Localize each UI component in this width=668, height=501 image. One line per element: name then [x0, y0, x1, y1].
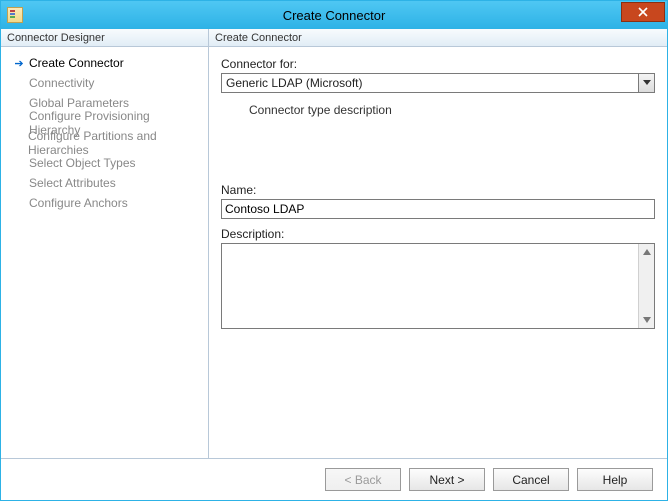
titlebar: Create Connector — [1, 1, 667, 29]
arrow-right-icon: ➔ — [13, 57, 25, 70]
connector-for-dropdown[interactable]: Generic LDAP (Microsoft) — [221, 73, 655, 93]
sidebar-item-configure-anchors[interactable]: Configure Anchors — [5, 193, 204, 213]
sidebar-item-label: Select Attributes — [29, 176, 116, 190]
right-column-header: Create Connector — [209, 29, 667, 46]
main-panel: Connector for: Generic LDAP (Microsoft) … — [209, 47, 667, 458]
description-label: Description: — [221, 227, 655, 241]
sidebar-item-label: Create Connector — [29, 56, 124, 70]
sidebar-item-connectivity[interactable]: Connectivity — [5, 73, 204, 93]
sidebar-item-label: Configure Partitions and Hierarchies — [28, 129, 204, 157]
description-field[interactable] — [222, 244, 654, 328]
sidebar-item-configure-partitions[interactable]: Configure Partitions and Hierarchies — [5, 133, 204, 153]
cancel-button[interactable]: Cancel — [493, 468, 569, 491]
footer: < Back Next > Cancel Help — [1, 458, 667, 500]
connector-for-label: Connector for: — [221, 57, 655, 71]
description-field-wrapper — [221, 243, 655, 329]
next-button[interactable]: Next > — [409, 468, 485, 491]
help-button[interactable]: Help — [577, 468, 653, 491]
chevron-down-icon — [643, 80, 651, 86]
dropdown-button[interactable] — [638, 74, 654, 92]
sidebar-item-label: Configure Anchors — [29, 196, 128, 210]
window-title: Create Connector — [1, 8, 667, 23]
description-scrollbar[interactable] — [638, 244, 654, 328]
scroll-up-icon[interactable] — [639, 244, 654, 260]
connector-type-description: Connector type description — [221, 99, 655, 117]
left-column-header: Connector Designer — [1, 29, 209, 46]
sidebar: ➔ Create Connector Connectivity Global Para… — [1, 47, 209, 458]
sidebar-item-select-attributes[interactable]: Select Attributes — [5, 173, 204, 193]
connector-for-value: Generic LDAP (Microsoft) — [222, 76, 638, 90]
name-label: Name: — [221, 183, 655, 197]
sidebar-item-label: Global Parameters — [29, 96, 129, 110]
scroll-down-icon[interactable] — [639, 312, 654, 328]
sidebar-item-label: Connectivity — [29, 76, 94, 90]
name-field[interactable] — [221, 199, 655, 219]
sidebar-item-label: Select Object Types — [29, 156, 136, 170]
column-headers: Connector Designer Create Connector — [1, 29, 667, 47]
back-button: < Back — [325, 468, 401, 491]
sidebar-item-create-connector[interactable]: ➔ Create Connector — [5, 53, 204, 73]
